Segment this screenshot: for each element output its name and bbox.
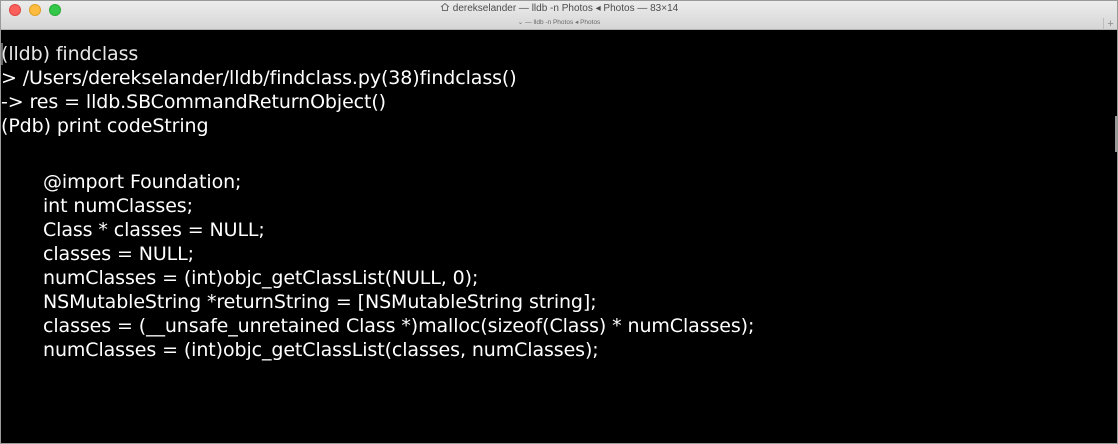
- tab-active[interactable]: — lldb -n Photos ◂ Photos: [525, 19, 600, 26]
- code-line: numClasses = (int)objc_getClassList(clas…: [43, 339, 599, 361]
- home-icon: [440, 2, 450, 12]
- code-line: int numClasses;: [43, 195, 193, 217]
- code-line: numClasses = (int)objc_getClassList(NULL…: [43, 267, 479, 289]
- code-line: NSMutableString *returnString = [NSMutab…: [43, 291, 597, 313]
- terminal-line: > /Users/derekselander/lldb/findclass.py…: [1, 67, 517, 89]
- tab-label: lldb -n Photos ◂ Photos: [533, 19, 601, 26]
- terminal-line: (lldb) findclass: [1, 43, 139, 65]
- code-line: classes = NULL;: [43, 243, 194, 265]
- terminal-lines: (lldb) findclass > /Users/derekselander/…: [1, 42, 754, 362]
- new-tab-button[interactable]: +: [1103, 18, 1117, 30]
- code-line: @import Foundation;: [43, 171, 242, 193]
- window-title: derekselander — lldb -n Photos ◂ Photos …: [452, 3, 679, 14]
- terminal-output[interactable]: (lldb) findclass > /Users/derekselander/…: [1, 31, 1117, 443]
- title-bar[interactable]: derekselander — lldb -n Photos ◂ Photos …: [1, 1, 1117, 30]
- terminal-line: (Pdb) print codeString: [1, 115, 209, 137]
- terminal-line: -> res = lldb.SBCommandReturnObject(): [1, 91, 386, 113]
- chevron-down-icon[interactable]: ⌄: [518, 19, 523, 26]
- window-title-row: derekselander — lldb -n Photos ◂ Photos …: [1, 2, 1117, 16]
- tab-bar: ⌄ — lldb -n Photos ◂ Photos: [1, 18, 1117, 30]
- code-line: Class * classes = NULL;: [43, 219, 265, 241]
- scrollbar[interactable]: [1115, 116, 1117, 152]
- code-line: classes = (__unsafe_unretained Class *)m…: [43, 315, 755, 337]
- terminal-window: derekselander — lldb -n Photos ◂ Photos …: [0, 0, 1118, 444]
